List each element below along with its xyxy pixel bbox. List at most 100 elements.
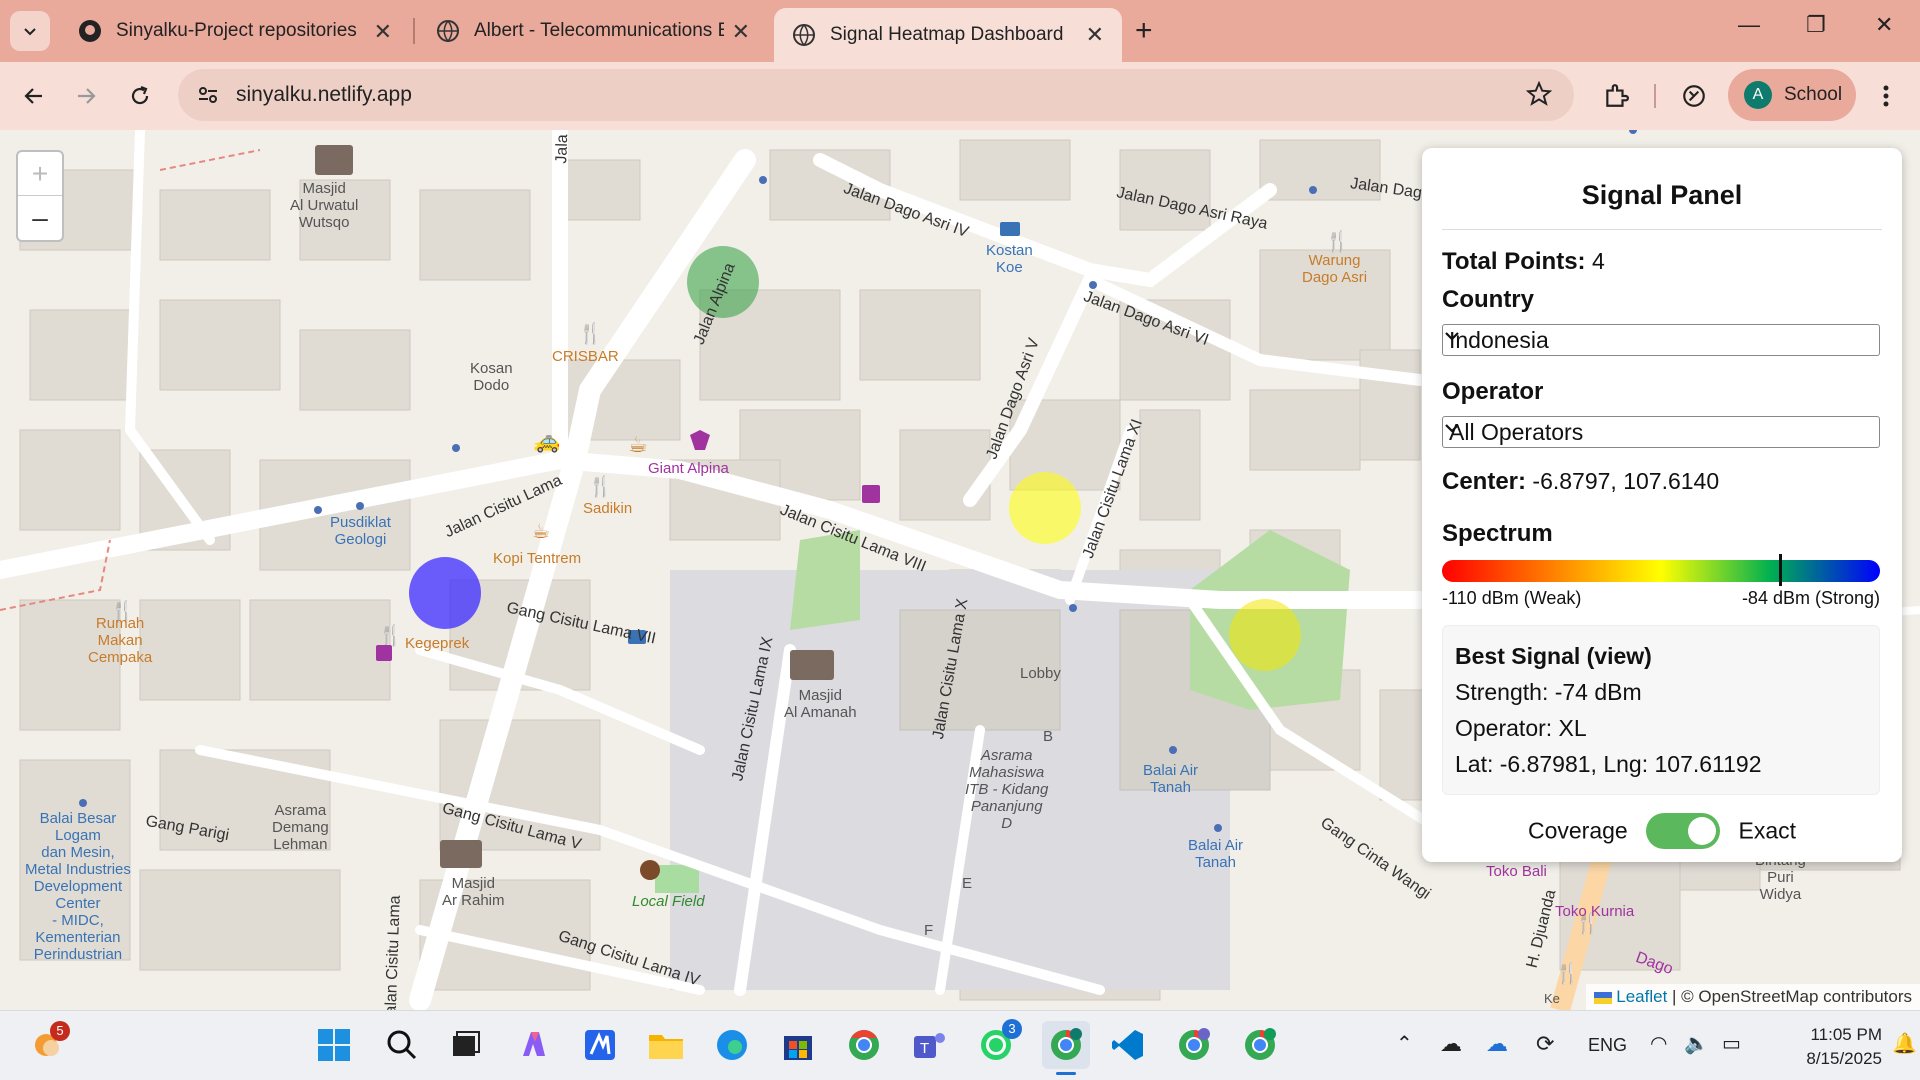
- poi-label: Lobby: [1020, 665, 1061, 682]
- arrow-left-icon: [24, 88, 42, 104]
- whatsapp-button[interactable]: 3: [976, 1019, 1022, 1065]
- app-button[interactable]: [580, 1025, 620, 1065]
- github-icon: [79, 20, 101, 42]
- operator-label: Operator: [1442, 378, 1544, 405]
- zoom-in-button[interactable]: +: [18, 152, 62, 196]
- wifi-icon[interactable]: ◠: [1650, 1031, 1667, 1056]
- poi-label: E: [962, 875, 973, 892]
- clock[interactable]: 11:05 PM 8/15/2025: [1772, 1023, 1882, 1071]
- poi-label: Balai Besar Logam dan Mesin, Metal Indus…: [25, 810, 131, 963]
- tab-label: Albert - Telecommunications En: [474, 20, 724, 41]
- chrome-button-3[interactable]: [1240, 1025, 1280, 1065]
- leaflet-link[interactable]: Leaflet: [1616, 987, 1667, 1006]
- copilot-taskbar-button[interactable]: [514, 1025, 554, 1065]
- toggle-knob: [1688, 817, 1717, 845]
- site-settings-icon[interactable]: [196, 83, 220, 107]
- center-label: Center:: [1442, 468, 1527, 495]
- exact-label: Exact: [1738, 817, 1797, 844]
- search-button[interactable]: [382, 1025, 422, 1065]
- minimize-button[interactable]: —: [1738, 12, 1760, 38]
- chrome-profile-button[interactable]: [1042, 1021, 1090, 1075]
- extensions-button[interactable]: [1598, 78, 1634, 114]
- heat-point[interactable]: [409, 557, 481, 629]
- chrome-button[interactable]: [844, 1025, 884, 1065]
- copilot-button[interactable]: [1676, 78, 1712, 114]
- bookmark-star-icon[interactable]: [1526, 81, 1552, 107]
- restore-button[interactable]: ❐: [1806, 12, 1826, 38]
- svg-text:🍴: 🍴: [1325, 229, 1350, 253]
- file-explorer-icon: [649, 1035, 683, 1059]
- operator-select[interactable]: All Operators: [1442, 416, 1880, 448]
- address-bar[interactable]: sinyalku.netlify.app: [178, 69, 1574, 121]
- profile-label: School: [1784, 84, 1843, 105]
- best-signal-box: Best Signal (view) Strength: -74 dBm Ope…: [1442, 625, 1880, 795]
- onedrive-icon[interactable]: ☁: [1440, 1031, 1462, 1057]
- sync-icon[interactable]: ⟳: [1536, 1031, 1554, 1057]
- best-signal-latlng: Lat: -6.87981, Lng: 107.61192: [1455, 751, 1762, 777]
- country-value: Indonesia: [1449, 327, 1549, 353]
- poi-label: Masjid Ar Rahim: [442, 875, 505, 909]
- close-window-button[interactable]: ✕: [1875, 12, 1893, 38]
- app-icon: [585, 1030, 615, 1060]
- back-button[interactable]: [16, 78, 52, 114]
- file-explorer-button[interactable]: [646, 1025, 686, 1065]
- panel-title: Signal Panel: [1581, 180, 1743, 210]
- globe-icon: [793, 24, 815, 47]
- volume-icon[interactable]: 🔈: [1684, 1031, 1709, 1056]
- tab-search-button[interactable]: [10, 11, 50, 51]
- browser-titlebar: Sinyalku-Project repositories ✕ Albert -…: [0, 0, 1920, 62]
- new-tab-button[interactable]: +: [1135, 14, 1153, 48]
- poi-label: Asrama Demang Lehman: [272, 802, 329, 853]
- reload-button[interactable]: [122, 78, 158, 114]
- close-tab-icon[interactable]: ✕: [1086, 22, 1104, 48]
- notification-icon[interactable]: 🔔: [1892, 1031, 1917, 1056]
- coverage-exact-toggle[interactable]: [1646, 813, 1721, 849]
- task-view-icon: [453, 1031, 480, 1056]
- teams-icon: T: [914, 1033, 945, 1058]
- active-indicator: [1056, 1072, 1076, 1075]
- store-icon: [784, 1036, 812, 1060]
- svg-text:🍴: 🍴: [378, 623, 403, 647]
- heat-point[interactable]: [1009, 472, 1081, 544]
- map-view[interactable]: 🍴 ☕ 🚕 🍴 ☕ 🍴 🍴 🍴 🍴 🍴 Jalan Dago Asri IV J…: [0, 130, 1920, 1010]
- close-tab-icon[interactable]: ✕: [732, 19, 750, 45]
- task-view-button[interactable]: [446, 1025, 486, 1065]
- svg-text:🍴: 🍴: [1555, 961, 1580, 985]
- zoom-out-button[interactable]: –: [18, 196, 62, 240]
- show-hidden-icons[interactable]: ⌃: [1396, 1031, 1413, 1056]
- poi-label: Sadikin: [583, 500, 633, 517]
- svg-text:🚕: 🚕: [533, 429, 560, 454]
- spectrum-scale: -110 dBm (Weak) -84 dBm (Strong): [1442, 588, 1880, 609]
- vscode-button[interactable]: [1108, 1025, 1148, 1065]
- tab-albert[interactable]: Albert - Telecommunications En ✕: [418, 8, 768, 54]
- country-select[interactable]: Indonesia: [1442, 324, 1880, 356]
- edge-button[interactable]: [712, 1025, 752, 1065]
- tab-label: Sinyalku-Project repositories: [116, 20, 356, 41]
- menu-button[interactable]: [1868, 78, 1904, 114]
- arrow-right-icon: [78, 88, 96, 104]
- poi-label: Masjid Al Amanah: [784, 687, 857, 721]
- battery-icon[interactable]: ▭: [1722, 1031, 1741, 1056]
- tab-signal-heatmap[interactable]: Signal Heatmap Dashboard ✕: [774, 8, 1122, 62]
- date: 8/15/2025: [1806, 1049, 1882, 1068]
- svg-text:🍴: 🍴: [588, 474, 613, 498]
- onedrive-error-icon[interactable]: ☁: [1486, 1031, 1508, 1057]
- close-tab-icon[interactable]: ✕: [374, 19, 392, 45]
- chrome-icon: [1179, 1028, 1210, 1060]
- language-indicator[interactable]: ENG: [1588, 1035, 1627, 1056]
- url-text[interactable]: sinyalku.netlify.app: [236, 83, 412, 107]
- country-label: Country: [1442, 286, 1534, 313]
- start-button[interactable]: [314, 1025, 354, 1065]
- store-button[interactable]: [778, 1025, 818, 1065]
- copilot-icon: [1683, 85, 1705, 107]
- weather-badge: 5: [50, 1021, 70, 1041]
- forward-button[interactable]: [68, 78, 104, 114]
- tab-github[interactable]: Sinyalku-Project repositories ✕: [60, 8, 410, 54]
- weather-widget[interactable]: 5: [28, 1021, 70, 1065]
- teams-button[interactable]: T: [910, 1025, 950, 1065]
- heat-point[interactable]: [1229, 599, 1301, 671]
- chrome-profile-icon: [1051, 1028, 1082, 1060]
- profile-button[interactable]: A School: [1728, 69, 1856, 121]
- chrome-button-2[interactable]: [1174, 1025, 1214, 1065]
- time: 11:05 PM: [1810, 1025, 1882, 1044]
